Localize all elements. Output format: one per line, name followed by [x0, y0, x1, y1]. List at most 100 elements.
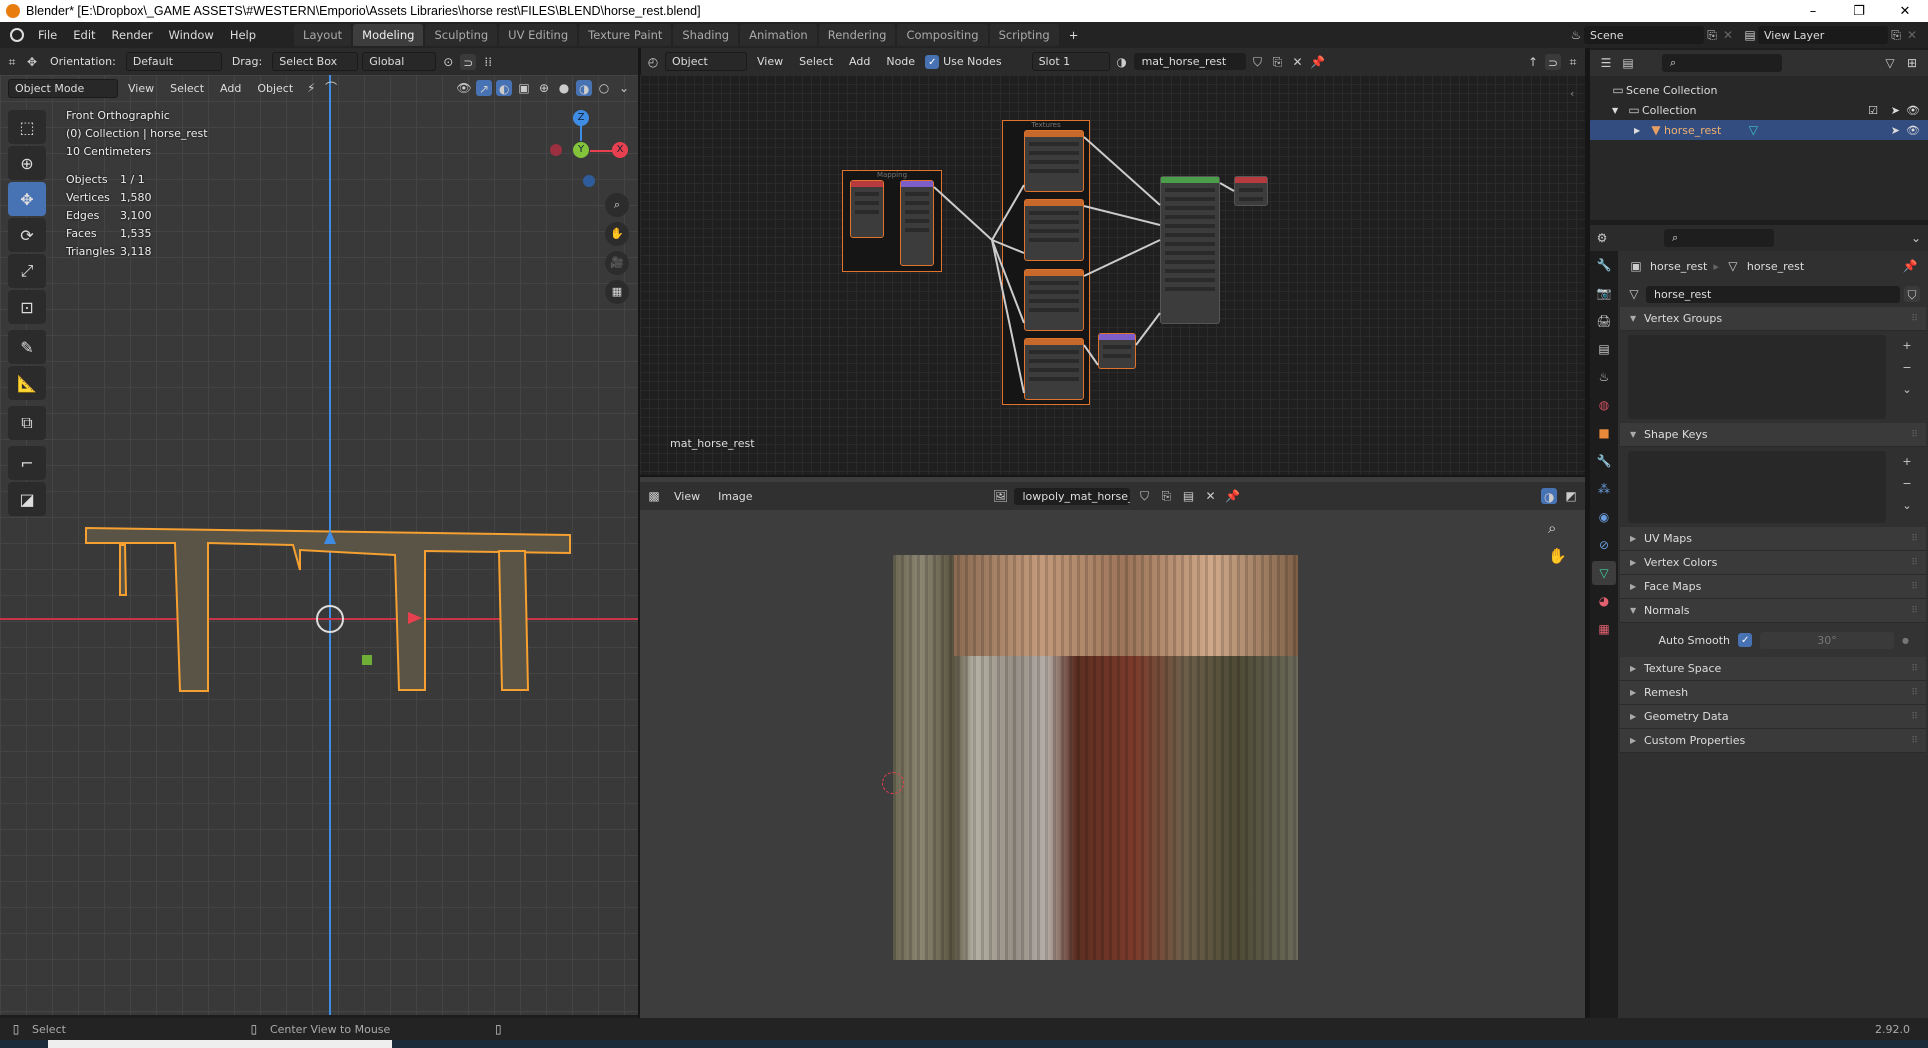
drag-grip-icon[interactable]: ⠿: [1911, 712, 1918, 722]
transform-orientation-dropdown[interactable]: Global: [362, 52, 437, 71]
remove-vertex-group-button[interactable]: −: [1896, 357, 1918, 379]
display-mode-icon[interactable]: ▤: [1620, 55, 1636, 71]
select-box-tool[interactable]: ⬚: [8, 110, 46, 144]
physics-tab-icon[interactable]: ◉: [1592, 505, 1616, 529]
material-tab-icon[interactable]: ◕: [1592, 589, 1616, 613]
image-menu-view[interactable]: View: [668, 488, 706, 505]
proportional-edit-icon[interactable]: ⌒: [323, 80, 339, 96]
auto-smooth-angle-field[interactable]: 30°: [1760, 631, 1894, 649]
shader-node-editor[interactable]: Mapping Textures mat_horse_rest ‹: [640, 75, 1585, 475]
snap-target-icon[interactable]: ⁞⁞: [480, 54, 496, 70]
drag-grip-icon[interactable]: ⠿: [1911, 664, 1918, 674]
node-menu-node[interactable]: Node: [880, 53, 921, 70]
viewport-menu-view[interactable]: View: [122, 80, 160, 97]
rendered-shading-icon[interactable]: ○: [596, 80, 612, 96]
panel-vertex-colors[interactable]: ▶ Vertex Colors ⠿: [1620, 551, 1926, 575]
panel-custom-properties[interactable]: ▶ Custom Properties ⠿: [1620, 729, 1926, 753]
xray-toggle-icon[interactable]: ▣: [516, 80, 532, 96]
tab-compositing[interactable]: Compositing: [897, 24, 988, 46]
minimize-button[interactable]: –: [1790, 4, 1836, 19]
scene-selector[interactable]: Scene: [1584, 26, 1704, 44]
display-channels-icon[interactable]: ◩: [1563, 488, 1579, 504]
parent-node-tree-icon[interactable]: ↑: [1525, 54, 1541, 70]
tab-layout[interactable]: Layout: [294, 24, 352, 46]
snap-mode-icon[interactable]: ⌗: [1565, 54, 1581, 70]
rotate-tool[interactable]: ⟳: [8, 218, 46, 252]
3d-viewport[interactable]: Front Orthographic (0) Collection | hors…: [0, 75, 640, 1015]
shear-tool[interactable]: ◪: [8, 482, 46, 516]
bevel-tool[interactable]: ⌐: [8, 446, 46, 480]
selectable-icon[interactable]: ➤: [1891, 124, 1900, 137]
gizmo-neg-x[interactable]: [550, 144, 562, 156]
annotate-tool[interactable]: ✎: [8, 330, 46, 364]
material-browse-icon[interactable]: ◑: [1114, 54, 1130, 70]
solid-shading-icon[interactable]: ●: [556, 80, 572, 96]
mesh-name-field[interactable]: horse_rest: [1646, 285, 1900, 303]
image-menu-image[interactable]: Image: [712, 488, 758, 505]
image-pan-icon[interactable]: ✋: [1548, 547, 1567, 565]
modifier-tab-icon[interactable]: 🔧: [1592, 449, 1616, 473]
menu-window[interactable]: Window: [160, 28, 221, 42]
scale-tool[interactable]: ⤢: [8, 254, 46, 288]
panel-remesh[interactable]: ▶ Remesh ⠿: [1620, 681, 1926, 705]
new-material-icon[interactable]: ⎘: [1270, 54, 1286, 70]
panel-uv-maps[interactable]: ▶ UV Maps ⠿: [1620, 527, 1926, 551]
cursor-tool[interactable]: ⊕: [8, 146, 46, 180]
add-shape-key-button[interactable]: +: [1896, 451, 1918, 473]
visibility-eye-icon[interactable]: 👁: [1906, 124, 1920, 137]
image-name-field[interactable]: lowpoly_mat_horse_...: [1014, 487, 1131, 505]
maximize-button[interactable]: ❐: [1836, 4, 1882, 19]
mesh-fake-user-icon[interactable]: ⛉: [1904, 286, 1920, 302]
mesh-data-tab-icon[interactable]: ▽: [1592, 561, 1616, 585]
render-tab-icon[interactable]: 📷: [1592, 281, 1616, 305]
visibility-icon[interactable]: 👁: [456, 80, 472, 96]
menu-file[interactable]: File: [30, 28, 65, 42]
node-menu-select[interactable]: Select: [793, 53, 839, 70]
outliner-search-input[interactable]: ⌕: [1662, 54, 1782, 72]
image-browse-icon[interactable]: 🖼: [992, 488, 1008, 504]
viewport-menu-add[interactable]: Add: [214, 80, 247, 97]
pivot-point-icon[interactable]: ⊙: [440, 54, 456, 70]
output-tab-icon[interactable]: 🖨: [1592, 309, 1616, 333]
image-pin-icon[interactable]: 📌: [1224, 488, 1240, 504]
gizmo-z-button[interactable]: Z: [573, 110, 589, 126]
image-fake-user-icon[interactable]: ⛉: [1136, 488, 1152, 504]
gizmo-toggle-icon[interactable]: ↗: [476, 80, 492, 96]
panel-texture-space[interactable]: ▶ Texture Space ⠿: [1620, 657, 1926, 681]
node-menu-add[interactable]: Add: [843, 53, 876, 70]
mesh-data-icon[interactable]: ▽: [1745, 122, 1761, 138]
drag-grip-icon[interactable]: ⠿: [1911, 736, 1918, 746]
tab-animation[interactable]: Animation: [740, 24, 817, 46]
taskbar-window-preview[interactable]: [48, 1040, 392, 1048]
vertex-group-menu-button[interactable]: ⌄: [1896, 379, 1918, 401]
tool-tab-icon[interactable]: 🔧: [1592, 253, 1616, 277]
drag-grip-icon[interactable]: ⠿: [1911, 430, 1918, 440]
snap-toggle-icon[interactable]: ⊃: [460, 53, 477, 70]
mesh-browse-icon[interactable]: ▽: [1626, 286, 1642, 302]
orientation-dropdown[interactable]: Default: [125, 52, 222, 71]
editor-type-icon[interactable]: ◴: [645, 54, 661, 70]
material-name-field[interactable]: mat_horse_rest: [1133, 53, 1246, 70]
3d-cursor-icon[interactable]: [316, 605, 344, 633]
scene-tab-icon[interactable]: ♨: [1592, 365, 1616, 389]
panel-shape-keys[interactable]: ▼ Shape Keys ⠿: [1620, 423, 1926, 447]
view-layer-icon[interactable]: ▤: [1742, 27, 1758, 43]
texture-tab-icon[interactable]: ▦: [1592, 617, 1616, 641]
particles-tab-icon[interactable]: ⁂: [1592, 477, 1616, 501]
gizmo-x-button[interactable]: X: [612, 142, 628, 158]
shape-keys-list[interactable]: + − ⌄: [1628, 451, 1912, 523]
add-cube-tool[interactable]: ⧉: [8, 406, 46, 440]
tab-scripting[interactable]: Scripting: [989, 24, 1059, 46]
auto-smooth-checkbox[interactable]: ✓: [1738, 633, 1752, 647]
visibility-eye-icon[interactable]: 👁: [1906, 104, 1920, 117]
new-image-icon[interactable]: ⎘: [1158, 488, 1174, 504]
transform-tool[interactable]: ⊡: [8, 290, 46, 324]
delete-view-layer-icon[interactable]: ✕: [1904, 27, 1920, 43]
unlink-material-icon[interactable]: ✕: [1290, 54, 1306, 70]
outliner-collection[interactable]: ▼ ▭ Collection ☑ ➤ 👁: [1590, 100, 1928, 120]
sidebar-toggle-icon[interactable]: ‹: [1570, 87, 1574, 100]
tab-texture-paint[interactable]: Texture Paint: [579, 24, 672, 46]
ortho-toggle-icon[interactable]: ▦: [605, 280, 629, 304]
close-window-button[interactable]: ✕: [1882, 4, 1928, 19]
shading-options-icon[interactable]: ⌄: [616, 80, 632, 96]
